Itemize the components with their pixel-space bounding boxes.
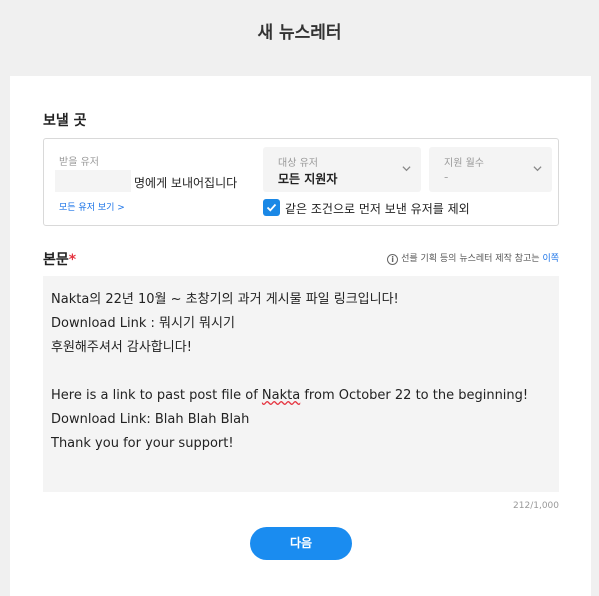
- character-counter: 212/1,000: [513, 501, 559, 511]
- body-line: 후원해주셔서 감사합니다!: [51, 340, 192, 355]
- body-textarea[interactable]: Nakta의 22년 10월 ~ 초창기의 과거 게시물 파일 링크입니다! D…: [43, 276, 559, 492]
- send-to-label: 보낼 곳: [43, 113, 87, 129]
- page-title: 새 뉴스레터: [257, 23, 342, 43]
- body-line: Nakta의 22년 10월 ~ 초창기의 과거 게시물 파일 링크입니다!: [51, 292, 399, 307]
- recipient-text: 명에게 보내어집니다: [134, 176, 238, 190]
- body-hint: i 선를 기획 등의 뉴스레터 제작 참고는 이쪽: [387, 251, 559, 265]
- body-line: Download Link: Blah Blah Blah: [51, 412, 250, 427]
- support-months-dropdown[interactable]: 지원 월수 -: [429, 147, 552, 192]
- body-label: 본문*: [43, 249, 76, 269]
- hint-link[interactable]: 이쪽: [542, 254, 559, 264]
- required-mark: *: [68, 252, 77, 268]
- checkmark-icon: [266, 203, 277, 212]
- support-months-value: -: [444, 170, 449, 184]
- recipient-count-placeholder: [55, 170, 131, 192]
- view-all-users-link[interactable]: 모든 유저 보기 >: [59, 200, 125, 213]
- next-button[interactable]: 다음: [250, 527, 352, 560]
- newsletter-form: 보낼 곳 받을 유저 명에게 보내어집니다 모든 유저 보기 > 대상 유저 모…: [10, 76, 591, 596]
- body-line: [51, 360, 551, 384]
- exclude-previous-checkbox[interactable]: [263, 199, 280, 216]
- spellcheck-word: Nakta: [261, 388, 301, 403]
- target-user-label: 대상 유저: [278, 158, 318, 169]
- recipient-label: 받을 유저: [59, 157, 99, 168]
- target-user-value: 모든 지원자: [278, 172, 338, 186]
- hint-text: 선를 기획 등의 뉴스레터 제작 참고는: [401, 254, 543, 264]
- chevron-down-icon: [533, 166, 542, 172]
- info-icon: i: [387, 254, 399, 265]
- exclude-previous-label: 같은 조건으로 먼저 보낸 유저를 제외: [285, 202, 470, 216]
- body-label-text: 본문: [43, 252, 69, 268]
- body-line-with-spellcheck: Here is a link to past post file of Nakt…: [51, 388, 529, 403]
- body-line: Download Link : 뭐시기 뭐시기: [51, 316, 235, 331]
- target-user-dropdown[interactable]: 대상 유저 모든 지원자: [263, 147, 421, 192]
- send-to-box: 받을 유저 명에게 보내어집니다 모든 유저 보기 > 대상 유저 모든 지원자…: [43, 138, 559, 226]
- chevron-down-icon: [402, 166, 411, 172]
- body-line: Thank you for your support!: [51, 436, 234, 451]
- support-months-label: 지원 월수: [444, 158, 484, 169]
